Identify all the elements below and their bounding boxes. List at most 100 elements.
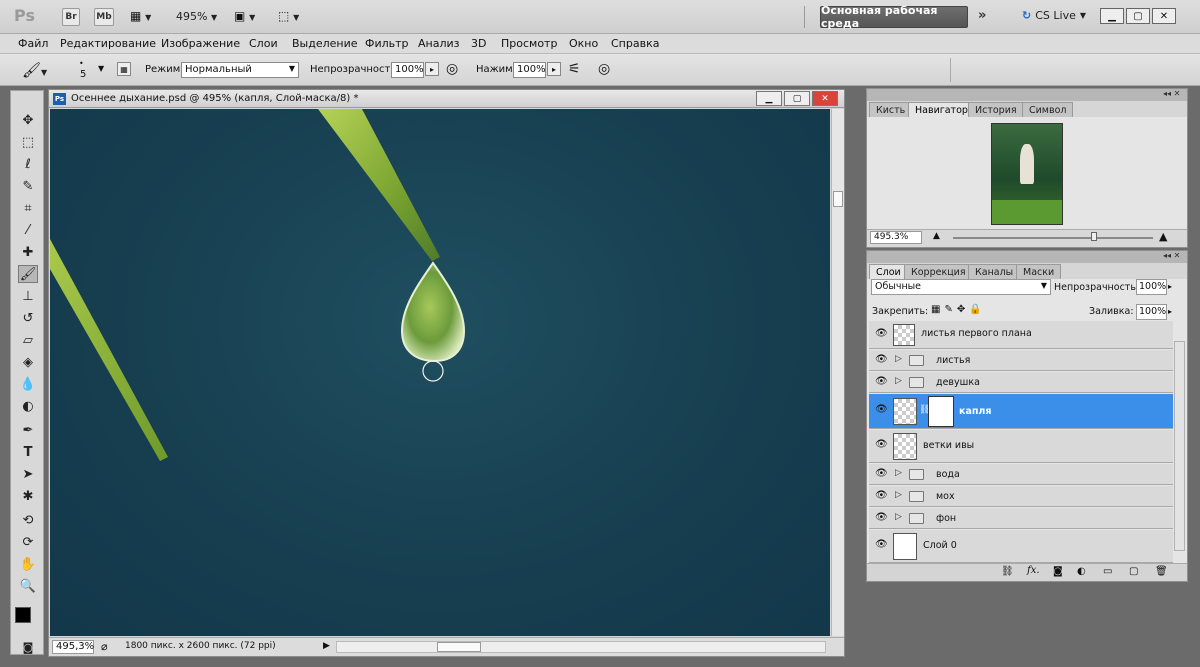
menu-layers[interactable]: Слои bbox=[249, 37, 278, 50]
layer-row[interactable]: 👁 ▷ фон bbox=[869, 508, 1173, 529]
layer-mask-thumbnail[interactable] bbox=[928, 396, 954, 427]
visibility-eye-icon[interactable]: 👁 bbox=[875, 490, 888, 501]
layers-scrollbar[interactable] bbox=[1174, 341, 1185, 551]
tab-adjustments[interactable]: Коррекция bbox=[904, 264, 973, 279]
delete-layer-icon[interactable]: 🗑 bbox=[1155, 566, 1168, 577]
doc-maximize-button[interactable]: ▢ bbox=[784, 91, 810, 106]
type-tool-icon[interactable]: T bbox=[18, 443, 38, 461]
zoom-slider[interactable] bbox=[953, 237, 1153, 239]
blend-mode-select[interactable]: Обычные ▼ bbox=[871, 279, 1051, 295]
tablet-opacity-icon[interactable]: ◎ bbox=[446, 61, 458, 77]
menu-edit[interactable]: Редактирование bbox=[60, 37, 156, 50]
3d-rotate-tool-icon[interactable]: ⟲ bbox=[18, 511, 38, 529]
menu-3d[interactable]: 3D bbox=[471, 37, 486, 50]
doc-close-button[interactable]: ✕ bbox=[812, 91, 838, 106]
zoom-tool-icon[interactable]: 🔍 bbox=[18, 577, 38, 595]
lasso-tool-icon[interactable]: ℓ bbox=[18, 155, 38, 173]
marquee-tool-icon[interactable]: ⬚ bbox=[18, 133, 38, 151]
quick-mask-icon[interactable]: ◙ bbox=[18, 638, 38, 656]
doc-minimize-button[interactable]: ▁ bbox=[756, 91, 782, 106]
document-title-bar[interactable]: Ps Осеннее дыхание.psd @ 495% (капля, Сл… bbox=[49, 90, 844, 108]
fill-arrow-icon[interactable]: ▸ bbox=[1168, 307, 1172, 316]
visibility-eye-icon[interactable]: 👁 bbox=[875, 328, 888, 339]
zoom-out-icon[interactable]: ▲ bbox=[933, 231, 940, 241]
tab-masks[interactable]: Маски bbox=[1016, 264, 1062, 279]
maximize-button[interactable]: ▢ bbox=[1126, 8, 1150, 24]
visibility-eye-icon[interactable]: 👁 bbox=[875, 512, 888, 523]
spot-healing-tool-icon[interactable]: ✚ bbox=[18, 243, 38, 261]
status-icon[interactable]: ⌀ bbox=[101, 640, 108, 653]
visibility-eye-icon[interactable]: 👁 bbox=[875, 439, 888, 450]
visibility-eye-icon[interactable]: 👁 bbox=[875, 468, 888, 479]
layer-row[interactable]: 👁 листья первого плана bbox=[869, 321, 1173, 349]
eyedropper-tool-icon[interactable]: ⁄ bbox=[18, 221, 38, 239]
collapse-panel-icon[interactable]: ◂◂ ✕ bbox=[1163, 89, 1180, 98]
fill-input[interactable]: 100% bbox=[1136, 304, 1167, 320]
add-mask-icon[interactable]: ◙ bbox=[1053, 566, 1063, 577]
expand-group-icon[interactable]: ▷ bbox=[895, 376, 902, 386]
brush-panel-toggle-icon[interactable]: ▦ bbox=[117, 62, 131, 76]
arrange-documents-icon[interactable]: ▣ ▼ bbox=[234, 9, 255, 23]
menu-analysis[interactable]: Анализ bbox=[418, 37, 460, 50]
menu-window[interactable]: Окно bbox=[569, 37, 598, 50]
tab-navigator[interactable]: Навигатор bbox=[908, 102, 975, 117]
doc-zoom-input[interactable]: 495,3% bbox=[52, 640, 94, 654]
layer-style-icon[interactable]: fx. bbox=[1027, 565, 1040, 576]
dodge-tool-icon[interactable]: ◐ bbox=[18, 397, 38, 415]
mode-select[interactable]: Нормальный ▼ bbox=[181, 62, 299, 78]
layer-opacity-arrow-icon[interactable]: ▸ bbox=[1168, 282, 1172, 291]
vertical-scroll-thumb[interactable] bbox=[833, 191, 843, 207]
hand-tool-icon[interactable]: ✋ bbox=[18, 555, 38, 573]
brush-tool-preset-icon[interactable]: 🖌▼ bbox=[22, 61, 47, 79]
layer-row[interactable]: 👁 Слой 0 bbox=[869, 530, 1173, 563]
adjustment-layer-icon[interactable]: ◐ bbox=[1077, 566, 1086, 577]
view-extras-icon[interactable]: ▦ ▼ bbox=[130, 9, 151, 23]
tab-character[interactable]: Символ bbox=[1022, 102, 1074, 117]
flow-input[interactable]: 100% bbox=[513, 62, 546, 78]
tab-history[interactable]: История bbox=[968, 102, 1024, 117]
screen-mode-icon[interactable]: ⬚ ▼ bbox=[278, 9, 299, 23]
tablet-size-icon[interactable]: ◎ bbox=[598, 61, 610, 77]
tab-channels[interactable]: Каналы bbox=[968, 264, 1021, 279]
layer-row[interactable]: 👁 ▷ мох bbox=[869, 486, 1173, 507]
shape-tool-icon[interactable]: ✱ bbox=[18, 487, 38, 505]
layer-row-selected[interactable]: 👁 ⛓ капля bbox=[869, 394, 1173, 429]
menu-select[interactable]: Выделение bbox=[292, 37, 358, 50]
brush-size-caret-icon[interactable]: ▼ bbox=[98, 64, 104, 73]
visibility-eye-icon[interactable]: 👁 bbox=[875, 354, 888, 365]
history-brush-tool-icon[interactable]: ↺ bbox=[18, 309, 38, 327]
brush-tool-icon[interactable]: 🖌 bbox=[18, 265, 38, 283]
quick-selection-tool-icon[interactable]: ✎ bbox=[18, 177, 38, 195]
opacity-input[interactable]: 100% bbox=[391, 62, 424, 78]
layer-row[interactable]: 👁 ветки ивы bbox=[869, 430, 1173, 463]
horizontal-scrollbar[interactable] bbox=[336, 641, 826, 653]
workspace-button[interactable]: Основная рабочая среда bbox=[820, 4, 968, 30]
visibility-eye-icon[interactable]: 👁 bbox=[875, 539, 888, 550]
minimize-button[interactable]: ▁ bbox=[1100, 8, 1124, 24]
image-canvas[interactable] bbox=[50, 109, 830, 636]
zoom-in-icon[interactable]: ▲ bbox=[1159, 230, 1167, 243]
menu-image[interactable]: Изображение bbox=[161, 37, 240, 50]
visibility-eye-icon[interactable]: 👁 bbox=[875, 376, 888, 387]
eraser-tool-icon[interactable]: ▱ bbox=[18, 331, 38, 349]
menu-help[interactable]: Справка bbox=[611, 37, 659, 50]
new-group-icon[interactable]: ▭ bbox=[1103, 566, 1112, 577]
mini-bridge-button[interactable]: Mb bbox=[94, 8, 114, 26]
layer-opacity-input[interactable]: 100% bbox=[1136, 279, 1167, 295]
expand-group-icon[interactable]: ▷ bbox=[895, 468, 902, 478]
visibility-eye-icon[interactable]: 👁 bbox=[875, 404, 888, 415]
menu-view[interactable]: Просмотр bbox=[501, 37, 557, 50]
blur-tool-icon[interactable]: 💧 bbox=[18, 375, 38, 393]
layer-row[interactable]: 👁 ▷ листья bbox=[869, 350, 1173, 371]
close-button[interactable]: ✕ bbox=[1152, 8, 1176, 24]
lock-icons[interactable]: ▦✎✥🔒 bbox=[931, 304, 986, 315]
move-tool-icon[interactable]: ✥ bbox=[18, 111, 38, 129]
navigator-thumbnail[interactable] bbox=[991, 123, 1063, 225]
layer-row[interactable]: 👁 ▷ вода bbox=[869, 464, 1173, 485]
navigator-zoom-input[interactable]: 495.3% bbox=[870, 231, 922, 244]
collapse-panel-icon[interactable]: ◂◂ ✕ bbox=[1163, 251, 1180, 260]
pen-tool-icon[interactable]: ✒ bbox=[18, 421, 38, 439]
link-layers-icon[interactable]: ⛓ bbox=[1001, 566, 1014, 577]
clone-stamp-tool-icon[interactable]: ⊥ bbox=[18, 287, 38, 305]
menu-file[interactable]: Файл bbox=[18, 37, 48, 50]
